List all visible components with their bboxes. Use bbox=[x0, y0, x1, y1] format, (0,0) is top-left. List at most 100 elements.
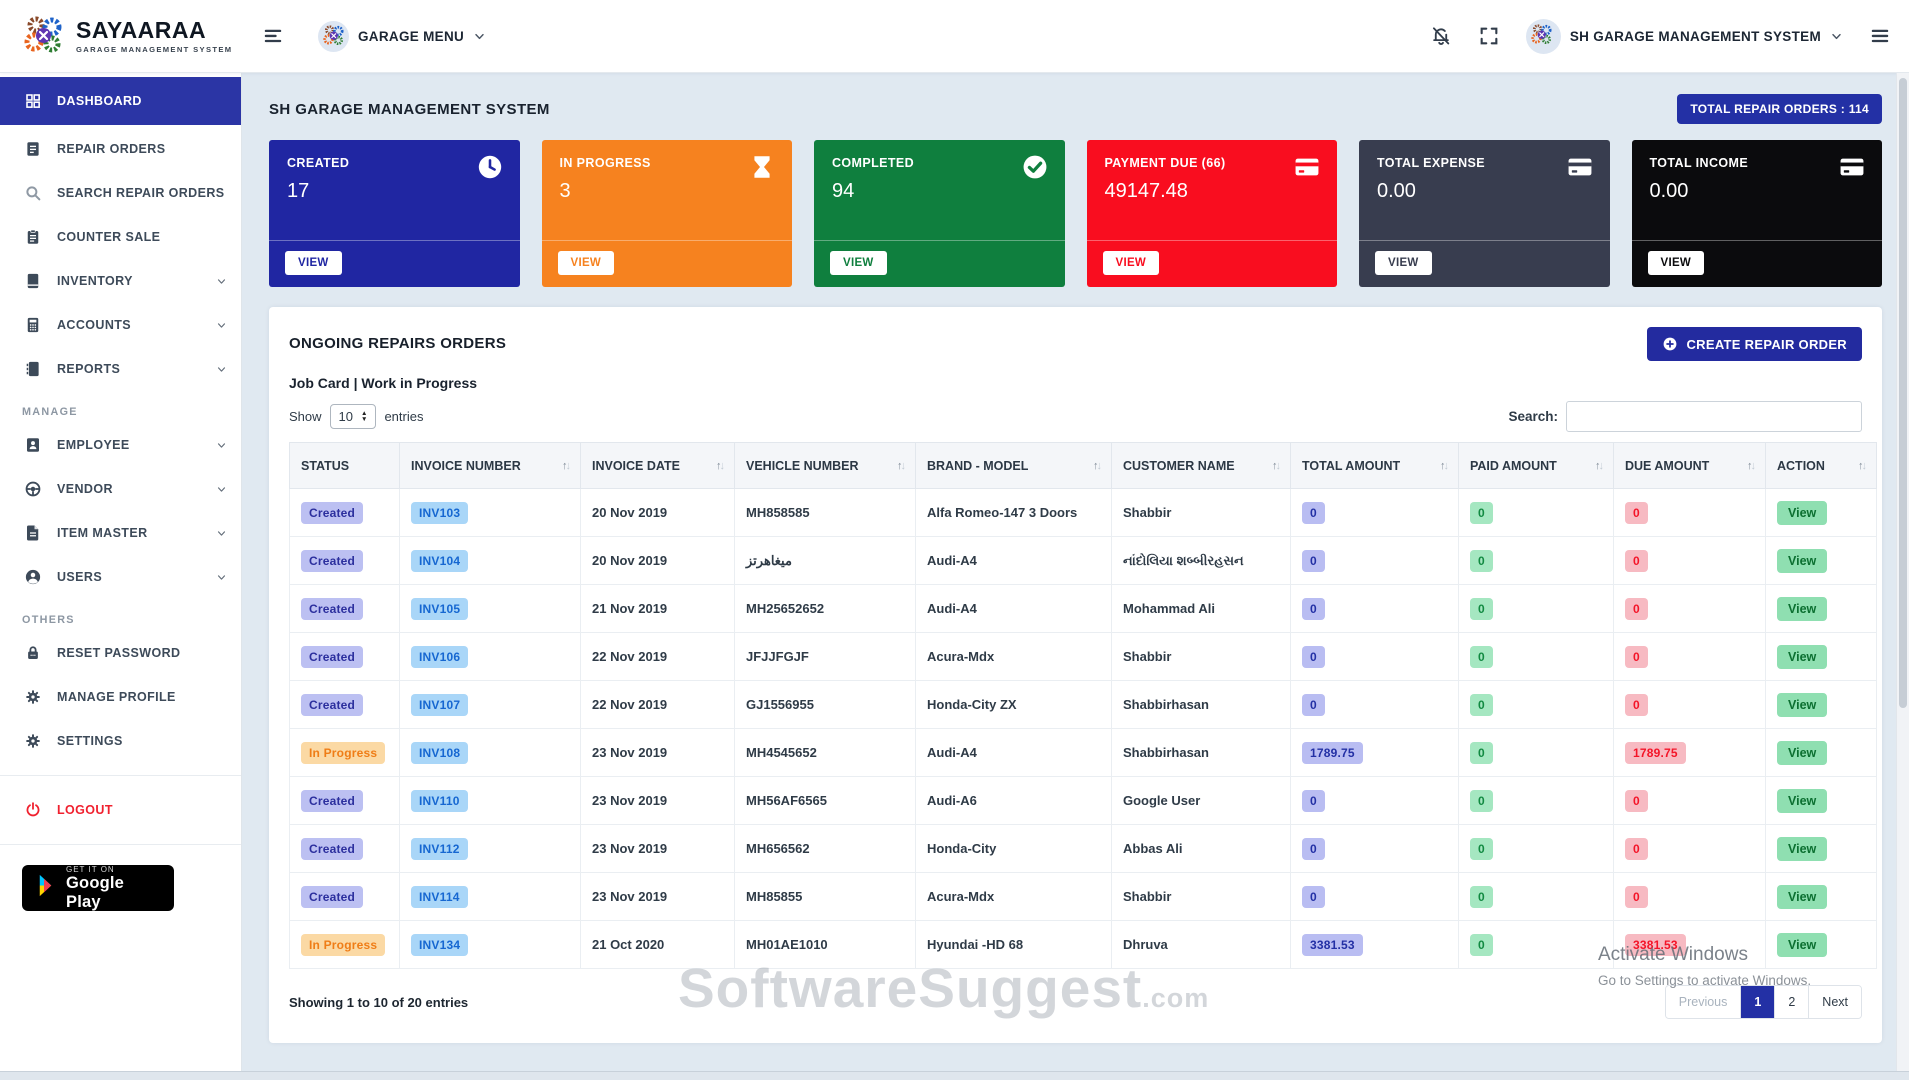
column-header-due-amount[interactable]: DUE AMOUNT↑↓ bbox=[1614, 443, 1766, 489]
table-body: CreatedINV10320 Nov 2019MH858585Alfa Rom… bbox=[290, 489, 1877, 969]
view-button-total-income[interactable]: VIEW bbox=[1648, 251, 1705, 275]
view-order-button[interactable]: View bbox=[1777, 837, 1827, 861]
customer-name-cell: Google User bbox=[1112, 777, 1291, 825]
invoice-number-badge[interactable]: INV105 bbox=[411, 598, 468, 620]
sidebar-item-item-master[interactable]: ITEM MASTER bbox=[0, 511, 241, 555]
sidebar-item-manage-profile[interactable]: MANAGE PROFILE bbox=[0, 675, 241, 719]
lock-icon bbox=[24, 644, 42, 662]
pagination-previous[interactable]: Previous bbox=[1666, 986, 1741, 1018]
sidebar-item-employee[interactable]: EMPLOYEE bbox=[0, 423, 241, 467]
vertical-scrollbar[interactable] bbox=[1896, 73, 1909, 1071]
horizontal-scrollbar[interactable] bbox=[0, 1071, 1909, 1080]
due-amount-cell: 0 bbox=[1614, 585, 1766, 633]
total-amount-cell: 0 bbox=[1291, 537, 1459, 585]
account-dropdown[interactable]: SH GARAGE MANAGEMENT SYSTEM bbox=[1526, 19, 1843, 54]
pagination-page-1[interactable]: 1 bbox=[1740, 986, 1774, 1018]
invoice-number-badge[interactable]: INV107 bbox=[411, 694, 468, 716]
column-header-invoice-date[interactable]: INVOICE DATE↑↓ bbox=[581, 443, 735, 489]
view-order-button[interactable]: View bbox=[1777, 597, 1827, 621]
hamburger-menu-icon[interactable] bbox=[1869, 25, 1891, 47]
stat-cards-row: CREATED17VIEWIN PROGRESS3VIEWCOMPLETED94… bbox=[269, 140, 1882, 287]
vehicle-number-cell: JFJJFGJF bbox=[735, 633, 916, 681]
vehicle-number-cell: MH56AF6565 bbox=[735, 777, 916, 825]
view-order-button[interactable]: View bbox=[1777, 885, 1827, 909]
view-button-completed[interactable]: VIEW bbox=[830, 251, 887, 275]
view-order-button[interactable]: View bbox=[1777, 789, 1827, 813]
invoice-number-badge[interactable]: INV134 bbox=[411, 934, 468, 956]
create-repair-order-button[interactable]: CREATE REPAIR ORDER bbox=[1647, 327, 1862, 361]
view-order-button[interactable]: View bbox=[1777, 501, 1827, 525]
stat-card-completed: COMPLETED94VIEW bbox=[814, 140, 1065, 287]
view-order-button[interactable]: View bbox=[1777, 933, 1827, 957]
credit-card-icon bbox=[1293, 153, 1321, 181]
clock-icon bbox=[476, 153, 504, 181]
notifications-off-icon[interactable] bbox=[1430, 25, 1452, 47]
view-order-button[interactable]: View bbox=[1777, 645, 1827, 669]
brand-tagline: GARAGE MANAGEMENT SYSTEM bbox=[76, 45, 232, 54]
column-header-total-amount[interactable]: TOTAL AMOUNT↑↓ bbox=[1291, 443, 1459, 489]
fullscreen-icon[interactable] bbox=[1478, 25, 1500, 47]
gears-logo-icon bbox=[1530, 23, 1557, 50]
sort-arrows-icon: ↑↓ bbox=[1852, 460, 1865, 472]
column-header-brand-model[interactable]: BRAND - MODEL↑↓ bbox=[916, 443, 1112, 489]
invoice-number-badge[interactable]: INV108 bbox=[411, 742, 468, 764]
view-button-payment-due-66[interactable]: VIEW bbox=[1103, 251, 1160, 275]
pagination-next[interactable]: Next bbox=[1808, 986, 1861, 1018]
sidebar-item-vendor[interactable]: VENDOR bbox=[0, 467, 241, 511]
column-header-customer-name[interactable]: CUSTOMER NAME↑↓ bbox=[1112, 443, 1291, 489]
sidebar-item-search-repair-orders[interactable]: SEARCH REPAIR ORDERS bbox=[0, 171, 241, 215]
chevron-down-icon bbox=[216, 364, 227, 375]
total-repair-orders-badge[interactable]: TOTAL REPAIR ORDERS : 114 bbox=[1677, 94, 1882, 124]
action-cell: View bbox=[1766, 537, 1877, 585]
power-icon bbox=[24, 801, 42, 819]
sidebar-item-reset-password[interactable]: RESET PASSWORD bbox=[0, 631, 241, 675]
search-input[interactable] bbox=[1566, 401, 1862, 432]
customer-name-cell: Shabbirhasan bbox=[1112, 681, 1291, 729]
sidebar-toggle-icon[interactable] bbox=[262, 25, 284, 47]
invoice-number-badge[interactable]: INV104 bbox=[411, 550, 468, 572]
view-button-in-progress[interactable]: VIEW bbox=[558, 251, 615, 275]
sidebar-item-settings[interactable]: SETTINGS bbox=[0, 719, 241, 763]
view-order-button[interactable]: View bbox=[1777, 741, 1827, 765]
view-button-created[interactable]: VIEW bbox=[285, 251, 342, 275]
sidebar-item-logout[interactable]: LOGOUT bbox=[0, 788, 241, 832]
sidebar-item-dashboard[interactable]: DASHBOARD bbox=[0, 77, 241, 125]
paid-amount-badge: 0 bbox=[1470, 550, 1493, 572]
google-play-badge[interactable]: GET IT ON Google Play bbox=[22, 865, 174, 911]
top-header: SAYAARAA GARAGE MANAGEMENT SYSTEM GARAGE… bbox=[0, 0, 1909, 73]
column-header-action[interactable]: ACTION↑↓ bbox=[1766, 443, 1877, 489]
invoice-number-badge[interactable]: INV110 bbox=[411, 790, 468, 812]
app-logo[interactable]: SAYAARAA GARAGE MANAGEMENT SYSTEM bbox=[0, 14, 242, 58]
table-row: CreatedINV10320 Nov 2019MH858585Alfa Rom… bbox=[290, 489, 1877, 537]
invoice-number-badge[interactable]: INV114 bbox=[411, 886, 468, 908]
view-order-button[interactable]: View bbox=[1777, 549, 1827, 573]
vertical-scrollbar-thumb[interactable] bbox=[1899, 78, 1907, 708]
invoice-number-badge[interactable]: INV106 bbox=[411, 646, 468, 668]
entries-select[interactable]: 10 ▲▼ bbox=[330, 404, 377, 429]
paid-amount-cell: 0 bbox=[1459, 873, 1614, 921]
invoice-number-badge[interactable]: INV112 bbox=[411, 838, 468, 860]
view-button-total-expense[interactable]: VIEW bbox=[1375, 251, 1432, 275]
sidebar-item-counter-sale[interactable]: COUNTER SALE bbox=[0, 215, 241, 259]
sidebar-item-reports[interactable]: REPORTS bbox=[0, 347, 241, 391]
action-cell: View bbox=[1766, 489, 1877, 537]
due-amount-cell: 1789.75 bbox=[1614, 729, 1766, 777]
view-order-button[interactable]: View bbox=[1777, 693, 1827, 717]
sidebar-item-accounts[interactable]: ACCOUNTS bbox=[0, 303, 241, 347]
sidebar-item-users[interactable]: USERS bbox=[0, 555, 241, 599]
invoice-number-badge[interactable]: INV103 bbox=[411, 502, 468, 524]
user-circle-icon bbox=[24, 568, 42, 586]
total-amount-cell: 0 bbox=[1291, 489, 1459, 537]
pagination-page-2[interactable]: 2 bbox=[1774, 986, 1808, 1018]
stat-card-label: PAYMENT DUE (66) bbox=[1105, 156, 1320, 170]
report-book-icon bbox=[24, 360, 42, 378]
column-header-vehicle-number[interactable]: VEHICLE NUMBER↑↓ bbox=[735, 443, 916, 489]
column-header-invoice-number[interactable]: INVOICE NUMBER↑↓ bbox=[400, 443, 581, 489]
garage-menu-dropdown[interactable]: GARAGE MENU bbox=[318, 21, 486, 52]
sidebar-item-inventory[interactable]: INVENTORY bbox=[0, 259, 241, 303]
sidebar-item-repair-orders[interactable]: REPAIR ORDERS bbox=[0, 127, 241, 171]
total-amount-cell: 0 bbox=[1291, 825, 1459, 873]
invoice-date-cell: 23 Nov 2019 bbox=[581, 729, 735, 777]
vehicle-number-cell: ميغاهرتز bbox=[735, 537, 916, 585]
column-header-paid-amount[interactable]: PAID AMOUNT↑↓ bbox=[1459, 443, 1614, 489]
